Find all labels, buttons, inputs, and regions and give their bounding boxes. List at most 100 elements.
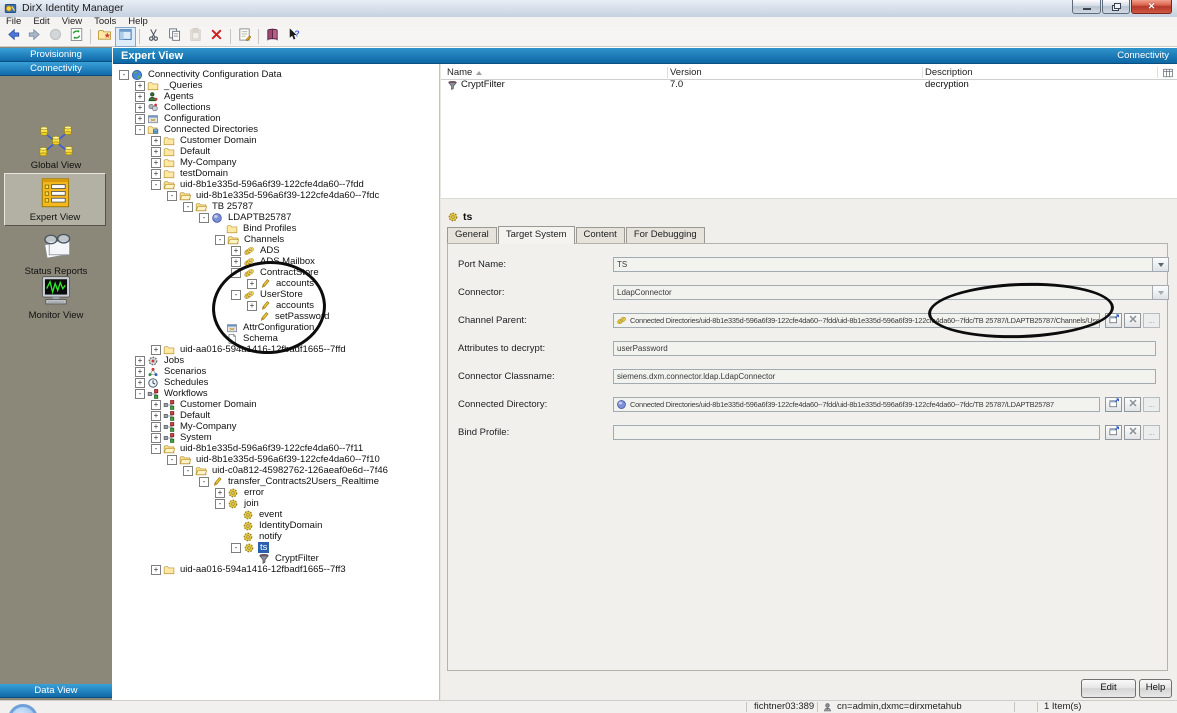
connected-directory-field[interactable]: Connected Directories/uid-8b1e335d-596a6… [613, 397, 1100, 412]
attributes-to-decrypt-field[interactable]: userPassword [613, 341, 1156, 356]
dropdown-arrow-icon[interactable] [1152, 286, 1168, 299]
sidebar-tab-connectivity[interactable]: Connectivity [0, 62, 112, 76]
tree-item-connected-directories[interactable]: Connected Directories [162, 124, 260, 135]
sidebar-item-status-reports[interactable]: Status Reports [0, 231, 112, 277]
expander-icon[interactable]: + [135, 92, 145, 102]
tree-item-configuration[interactable]: Configuration [162, 113, 223, 124]
paste-button[interactable] [185, 27, 206, 47]
tree-item-my-company[interactable]: My-Company [178, 157, 239, 168]
expander-icon[interactable]: + [151, 345, 161, 355]
menu-edit[interactable]: Edit [27, 17, 55, 27]
tab-target-system[interactable]: Target System [498, 226, 575, 244]
tree-item-channels[interactable]: Channels [242, 234, 286, 245]
tree-item-testdomain[interactable]: testDomain [178, 168, 230, 179]
tree-item-queries[interactable]: _Queries [162, 80, 205, 91]
tree-item-collections[interactable]: Collections [162, 102, 212, 113]
more-button[interactable]: ... [1143, 397, 1160, 412]
tree-item-uid-aa016-594a1416-12fbadf1665-7ff3[interactable]: uid-aa016-594a1416-12fbadf1665--7ff3 [178, 564, 348, 575]
tree-item-attrconfiguration[interactable]: AttrConfiguration [241, 322, 316, 333]
tree-item-uid-8b1e335d-596a6f39-122cfe4da60-7fdd[interactable]: uid-8b1e335d-596a6f39-122cfe4da60--7fdd [178, 179, 366, 190]
tree-item-join[interactable]: join [242, 498, 261, 509]
tree-item-bind-profiles[interactable]: Bind Profiles [241, 223, 298, 234]
tree-item-system[interactable]: System [178, 432, 214, 443]
back-button[interactable] [3, 27, 24, 47]
tree-item-ads-mailbox[interactable]: ADS Mailbox [258, 256, 317, 267]
more-button[interactable]: ... [1143, 313, 1160, 328]
tree-item-my-company[interactable]: My-Company [178, 421, 239, 432]
connector-field[interactable]: LdapConnector [613, 285, 1169, 300]
properties-button[interactable] [1105, 313, 1122, 328]
connector-classname-field[interactable]: siemens.dxm.connector.ldap.LdapConnector [613, 369, 1156, 384]
tree-item-uid-8b1e335d-596a6f39-122cfe4da60-7f10[interactable]: uid-8b1e335d-596a6f39-122cfe4da60--7f10 [194, 454, 382, 465]
window-layout-button[interactable] [115, 27, 136, 47]
tree-item-cryptfilter[interactable]: CryptFilter [273, 553, 321, 564]
tab-content[interactable]: Content [576, 227, 625, 243]
bind-profile-field[interactable] [613, 425, 1100, 440]
column-chooser-icon[interactable] [1162, 67, 1174, 79]
expander-icon[interactable]: + [151, 565, 161, 575]
expander-icon[interactable]: + [135, 378, 145, 388]
stop-button[interactable] [45, 27, 66, 47]
expander-icon[interactable]: - [183, 466, 193, 476]
expander-icon[interactable]: - [199, 477, 209, 487]
sidebar-item-expert-view[interactable]: Expert View [4, 173, 106, 226]
context-help-button[interactable]: ? [283, 27, 304, 47]
cut-button[interactable] [143, 27, 164, 47]
expander-icon[interactable]: + [135, 114, 145, 124]
tree-item-customer-domain[interactable]: Customer Domain [178, 135, 259, 146]
restore-button[interactable] [1102, 0, 1130, 14]
expander-icon[interactable]: - [135, 389, 145, 399]
more-button[interactable]: ... [1143, 425, 1160, 440]
copy-button[interactable] [164, 27, 185, 47]
expander-icon[interactable]: + [151, 422, 161, 432]
column-header-name[interactable]: Name [447, 66, 482, 79]
expander-icon[interactable]: + [151, 158, 161, 168]
expander-icon[interactable]: + [135, 81, 145, 91]
expander-icon[interactable]: - [199, 213, 209, 223]
expander-icon[interactable]: - [183, 202, 193, 212]
tab-for-debugging[interactable]: For Debugging [626, 227, 705, 243]
port-name-field[interactable]: TS [613, 257, 1169, 272]
expander-icon[interactable]: - [151, 444, 161, 454]
menu-file[interactable]: File [0, 17, 27, 27]
expander-icon[interactable]: + [247, 279, 257, 289]
expander-icon[interactable]: + [151, 136, 161, 146]
tree-item-transfer-contracts2users-realtime[interactable]: transfer_Contracts2Users_Realtime [226, 476, 381, 487]
tree-item-error[interactable]: error [242, 487, 266, 498]
clear-button[interactable] [1124, 425, 1141, 440]
tree-item-scenarios[interactable]: Scenarios [162, 366, 208, 377]
delete-button[interactable] [206, 27, 227, 47]
expander-icon[interactable]: + [231, 257, 241, 267]
edit-note-button[interactable] [234, 27, 255, 47]
close-button[interactable]: ✕ [1131, 0, 1172, 14]
tree-item-uid-aa016-594a1416-12fbadf1665-7ffd[interactable]: uid-aa016-594a1416-12fbadf1665--7ffd [178, 344, 348, 355]
tree-item-uid-c0a812-45982762-126aeaf0e6d-7f46[interactable]: uid-c0a812-45982762-126aeaf0e6d--7f46 [210, 465, 390, 476]
expander-icon[interactable]: - [151, 180, 161, 190]
tree-item-workflows[interactable]: Workflows [162, 388, 210, 399]
sidebar-tab-provisioning[interactable]: Provisioning [0, 48, 112, 62]
sidebar-item-monitor-view[interactable]: Monitor View [0, 275, 112, 321]
book-help-button[interactable] [262, 27, 283, 47]
expander-icon[interactable]: + [151, 169, 161, 179]
refresh-button[interactable] [66, 27, 87, 47]
expander-icon[interactable]: + [231, 246, 241, 256]
tree-item-contractstore[interactable]: ContractStore [258, 267, 321, 278]
edit-button[interactable]: Edit [1081, 679, 1136, 698]
tree-item-notify[interactable]: notify [257, 531, 284, 542]
properties-button[interactable] [1105, 397, 1122, 412]
tree-item-default[interactable]: Default [178, 146, 212, 157]
tab-general[interactable]: General [447, 227, 497, 243]
tree-item-accounts[interactable]: accounts [274, 278, 316, 289]
forward-button[interactable] [24, 27, 45, 47]
tree-item-accounts[interactable]: accounts [274, 300, 316, 311]
manage-folder-button[interactable] [94, 27, 115, 47]
channel-parent-field[interactable]: Connected Directories/uid-8b1e335d-596a6… [613, 313, 1100, 328]
expander-icon[interactable]: + [135, 367, 145, 377]
expander-icon[interactable]: - [167, 455, 177, 465]
sidebar-item-global-view[interactable]: Global View [0, 125, 112, 171]
menu-tools[interactable]: Tools [88, 17, 122, 27]
tree-item-schema[interactable]: Schema [241, 333, 280, 344]
properties-button[interactable] [1105, 425, 1122, 440]
expander-icon[interactable]: + [231, 268, 241, 278]
dropdown-arrow-icon[interactable] [1152, 258, 1168, 271]
